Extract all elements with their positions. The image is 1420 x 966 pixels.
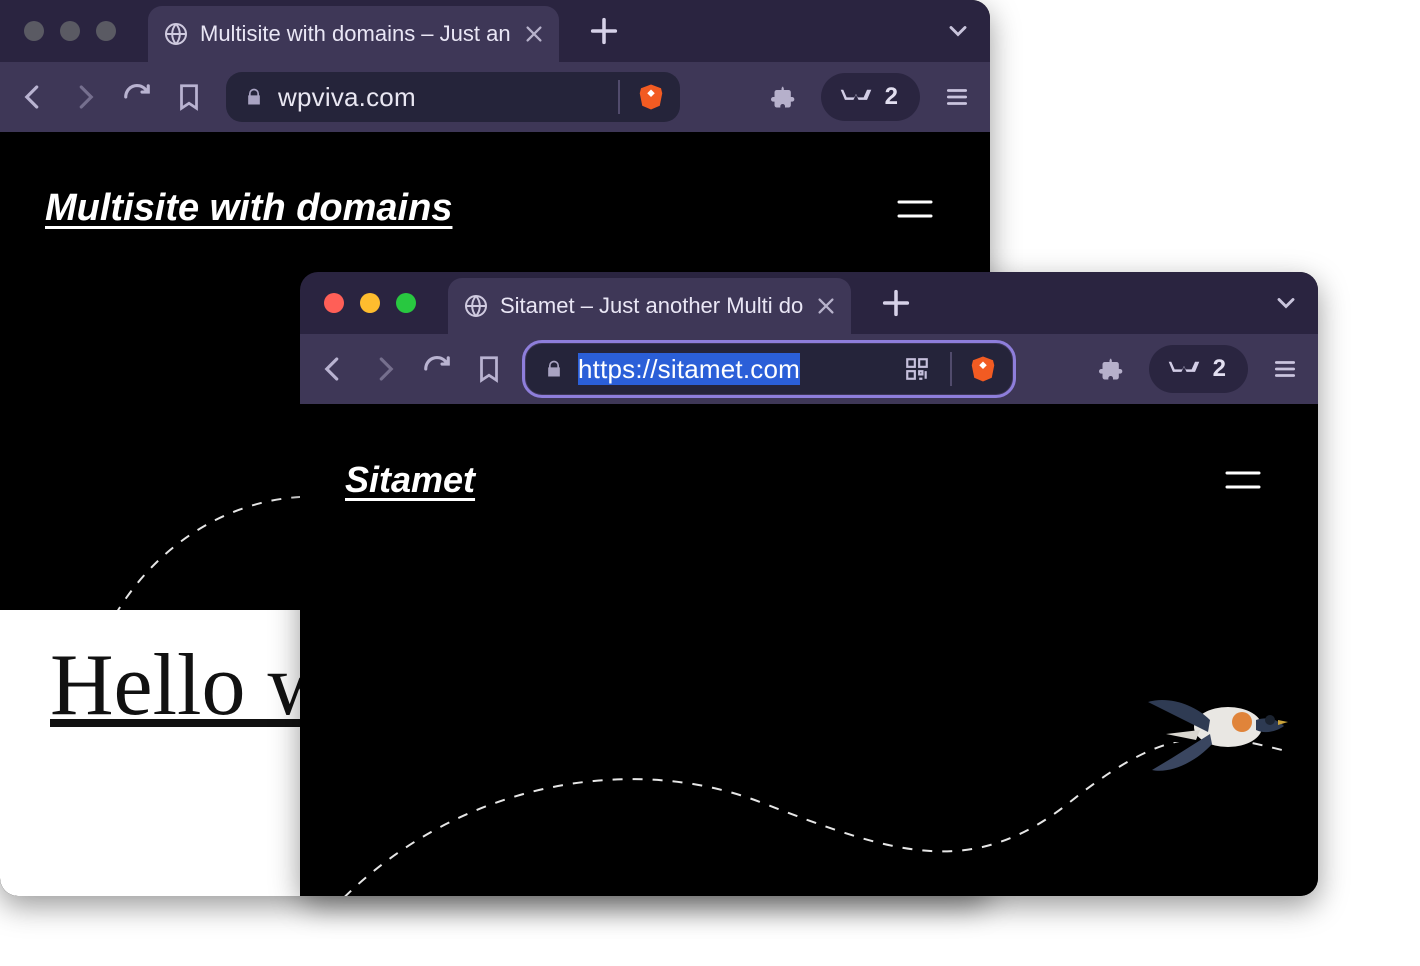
app-menu-button[interactable] [942, 82, 972, 112]
site-title-link[interactable]: Multisite with domains [45, 187, 452, 230]
globe-icon [164, 22, 188, 46]
tab-title: Multisite with domains – Just an [200, 21, 511, 47]
url-text: wpviva.com [278, 82, 416, 113]
tab-list-button[interactable] [944, 17, 972, 45]
browser-tab[interactable]: Sitamet – Just another Multi do [448, 278, 851, 334]
glasses-icon [1167, 360, 1201, 378]
traffic-maximize-icon[interactable] [96, 21, 116, 41]
globe-icon [464, 294, 488, 318]
hamburger-menu-icon[interactable] [895, 195, 935, 223]
extensions-button[interactable] [771, 83, 799, 111]
hamburger-menu-icon[interactable] [1223, 466, 1263, 494]
window-controls [24, 21, 116, 41]
forward-button[interactable] [370, 354, 400, 384]
traffic-close-icon[interactable] [24, 21, 44, 41]
site-title-link[interactable]: Sitamet [345, 459, 475, 501]
traffic-maximize-icon[interactable] [396, 293, 416, 313]
back-button[interactable] [18, 82, 48, 112]
url-text: https://sitamet.com [578, 354, 800, 385]
bookmark-button[interactable] [174, 82, 204, 112]
traffic-close-icon[interactable] [324, 293, 344, 313]
separator [618, 80, 620, 114]
window-controls [324, 293, 416, 313]
extensions-button[interactable] [1099, 355, 1127, 383]
shields-count: 2 [885, 83, 898, 111]
app-menu-button[interactable] [1270, 354, 1300, 384]
brave-shields-icon[interactable] [636, 82, 666, 112]
tab-list-button[interactable] [1272, 289, 1300, 317]
bookmark-button[interactable] [474, 354, 504, 384]
reload-button[interactable] [122, 82, 152, 112]
site-header: Multisite with domains [0, 132, 990, 230]
hero-heading: Hello wo [0, 610, 300, 896]
browser-window-2: Sitamet – Just another Multi do [300, 272, 1318, 896]
shields-count: 2 [1213, 355, 1226, 383]
traffic-minimize-icon[interactable] [60, 21, 80, 41]
glasses-icon [839, 88, 873, 106]
toolbar: https://sitamet.com 2 [300, 334, 1318, 404]
shields-count-pill[interactable]: 2 [821, 73, 920, 121]
bird-illustration [1138, 672, 1288, 782]
lock-icon [244, 87, 264, 107]
qr-code-icon[interactable] [904, 356, 930, 382]
toolbar: wpviva.com 2 [0, 62, 990, 132]
new-tab-button[interactable] [879, 286, 913, 320]
forward-button[interactable] [70, 82, 100, 112]
back-button[interactable] [318, 354, 348, 384]
separator [950, 352, 952, 386]
address-bar[interactable]: wpviva.com [226, 72, 680, 122]
new-tab-button[interactable] [587, 14, 621, 48]
hero-text: Hello wo [50, 637, 300, 734]
reload-button[interactable] [422, 354, 452, 384]
close-tab-icon[interactable] [523, 23, 545, 45]
tab-title: Sitamet – Just another Multi do [500, 293, 803, 319]
browser-tab[interactable]: Multisite with domains – Just an [148, 6, 559, 62]
site-header: Sitamet [300, 404, 1318, 501]
shields-count-pill[interactable]: 2 [1149, 345, 1248, 393]
close-tab-icon[interactable] [815, 295, 837, 317]
lock-icon [544, 359, 564, 379]
brave-shields-icon[interactable] [968, 354, 998, 384]
tab-strip: Sitamet – Just another Multi do [300, 272, 1318, 334]
page-content: Sitamet [300, 404, 1318, 896]
traffic-minimize-icon[interactable] [360, 293, 380, 313]
address-bar[interactable]: https://sitamet.com [526, 344, 1012, 394]
tab-strip: Multisite with domains – Just an [0, 0, 990, 62]
